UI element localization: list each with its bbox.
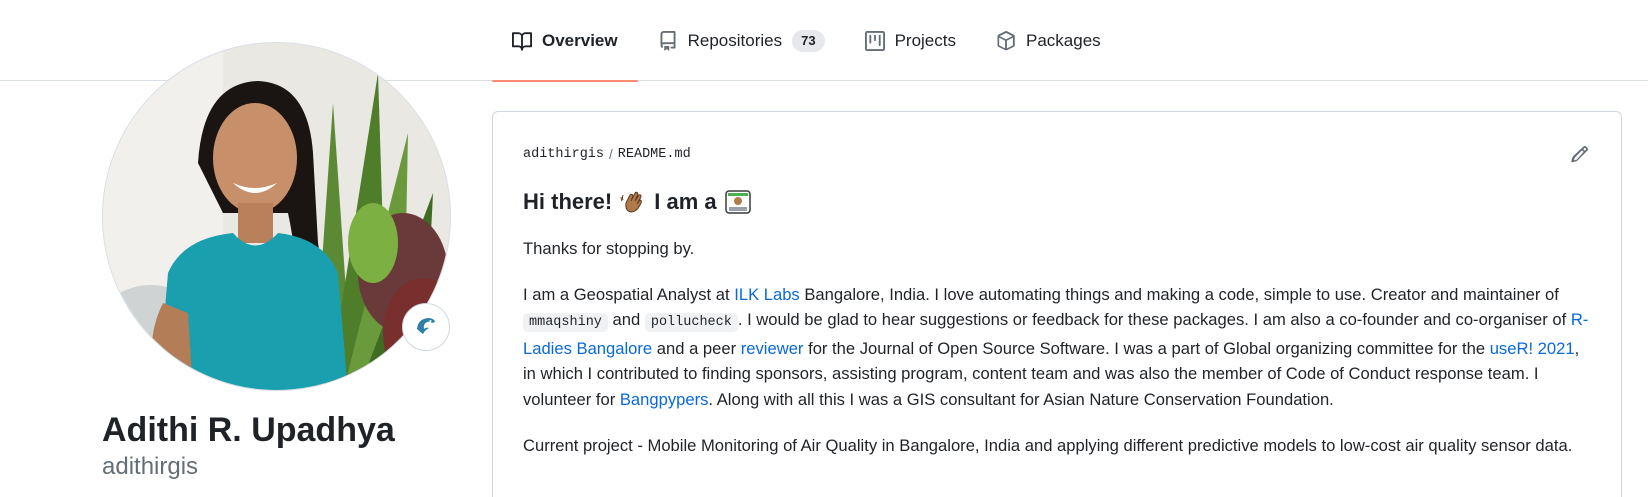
breadcrumb-separator: /	[609, 147, 613, 162]
repo-icon	[658, 30, 678, 51]
tab-overview[interactable]: Overview	[492, 0, 638, 82]
bio-text-8: . Along with all this I was a GIS consul…	[708, 389, 1334, 409]
project-icon	[864, 30, 885, 51]
tab-packages-label: Packages	[1026, 30, 1101, 50]
reviewer-link[interactable]: reviewer	[741, 339, 804, 358]
book-icon	[512, 31, 532, 51]
bio-text-6: for the Journal of Open Source Software.…	[803, 338, 1490, 358]
readme-owner-link[interactable]: adithirgis	[523, 147, 604, 162]
current-project-paragraph: Current project - Mobile Monitoring of A…	[523, 435, 1573, 455]
readme-body: Thanks for stopping by. I am a Geospatia…	[523, 236, 1593, 478]
edit-readme-button[interactable]	[1569, 145, 1591, 167]
tab-projects[interactable]: Projects	[845, 0, 976, 81]
readme-heading: Hi there! I am a	[523, 187, 751, 217]
tab-list: Overview Repositories 73 Projects Packag…	[492, 0, 1121, 82]
mmaqshiny-code: mmaqshiny	[523, 313, 608, 333]
tab-packages[interactable]: Packages	[976, 0, 1121, 81]
heading-text-2: I am a	[654, 189, 717, 214]
readme-file-link[interactable]: README.md	[618, 147, 691, 162]
bio-text-1: I am a Geospatial Analyst at	[523, 284, 735, 304]
technologist-icon	[724, 189, 751, 215]
heading-text-1: Hi there!	[523, 189, 613, 214]
bio-text-5: and a peer	[652, 338, 741, 358]
bio-paragraph: I am a Geospatial Analyst at ILK Labs Ba…	[523, 282, 1593, 413]
repositories-count-badge: 73	[792, 29, 825, 52]
tab-overview-label: Overview	[542, 30, 618, 50]
pollucheck-code: pollucheck	[644, 313, 738, 333]
bio-text-2: Bangalore, India. I love automating thin…	[799, 284, 1559, 304]
tab-repositories[interactable]: Repositories 73	[638, 0, 845, 81]
profile-full-name: Adithi R. Upadhya	[102, 411, 395, 449]
package-icon	[996, 30, 1016, 51]
readme-breadcrumb: adithirgis / README.md	[523, 147, 691, 162]
bio-text-3: and	[607, 310, 645, 330]
bangpypers-link[interactable]: Bangpypers	[620, 390, 709, 409]
profile-avatar-container	[102, 42, 451, 391]
avatar[interactable]	[102, 42, 451, 391]
bio-text-4: . I would be glad to hear suggestions or…	[737, 310, 1571, 330]
tab-projects-label: Projects	[894, 30, 956, 50]
ilk-labs-link[interactable]: ILK Labs	[734, 285, 800, 304]
profile-username: adithirgis	[102, 453, 199, 480]
intro-paragraph: Thanks for stopping by.	[523, 239, 695, 258]
status-emoji-button[interactable]	[402, 303, 450, 351]
user-2021-link[interactable]: useR! 2021	[1490, 339, 1575, 358]
pencil-icon	[1571, 145, 1589, 168]
dolphin-icon	[412, 311, 440, 344]
waving-hand-icon	[620, 189, 646, 215]
readme-card: adithirgis / README.md Hi there! I am a	[492, 111, 1622, 497]
tab-repositories-label: Repositories	[687, 30, 783, 50]
